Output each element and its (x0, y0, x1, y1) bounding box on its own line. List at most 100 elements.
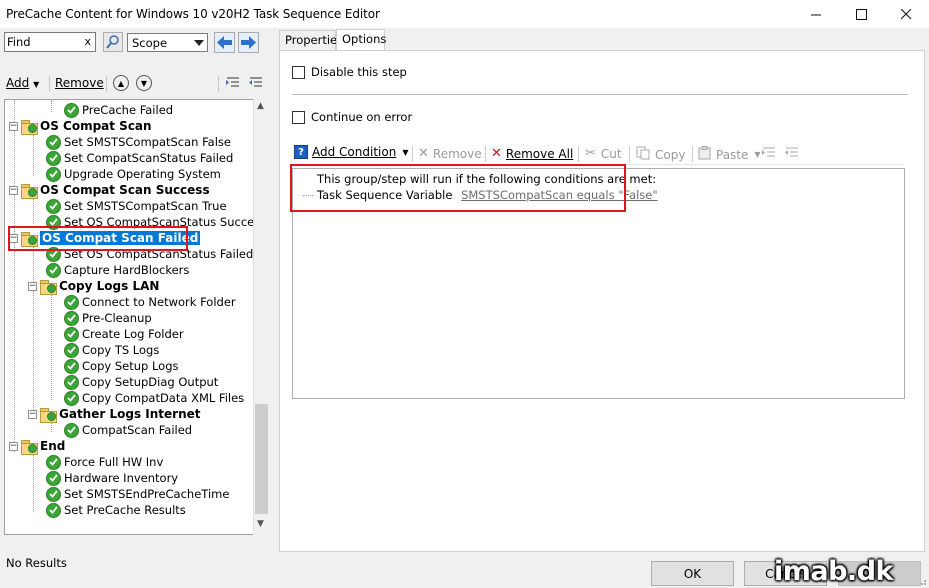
remove-all-button[interactable]: ✕ Remove All (491, 146, 573, 161)
ok-button[interactable]: OK (651, 561, 734, 586)
disable-step-checkbox-row[interactable]: Disable this step (292, 65, 407, 79)
indent-button[interactable] (226, 75, 240, 93)
toolbar-divider (49, 76, 50, 92)
outdent-icon (249, 77, 262, 87)
tree-group[interactable]: − Copy Logs LAN (28, 278, 159, 295)
tree-group[interactable]: − OS Compat Scan (9, 118, 152, 135)
add-condition-button[interactable]: ? Add Condition ▼ (294, 145, 408, 159)
outdent-button[interactable] (249, 75, 263, 93)
previous-result-button[interactable] (214, 32, 235, 53)
search-icon (106, 35, 119, 49)
outdent-condition-button[interactable] (785, 145, 799, 160)
find-field[interactable]: x (4, 32, 96, 52)
tree-step[interactable]: Set SMSTSEndPreCacheTime (46, 486, 229, 502)
tree-step[interactable]: Force Full HW Inv (46, 454, 163, 470)
tree-item-label: Set PreCache Results (64, 503, 186, 517)
cut-button[interactable]: ✂ Cut (585, 146, 622, 161)
tree-item-label: Gather Logs Internet (59, 407, 201, 421)
scroll-up-icon[interactable]: ▲ (257, 101, 264, 111)
indent-condition-button[interactable] (762, 145, 776, 160)
tree-item-label: Hardware Inventory (64, 471, 179, 485)
checkmark-icon (64, 358, 79, 374)
tree-step[interactable]: Upgrade Operating System (46, 166, 221, 182)
continue-on-error-checkbox[interactable] (292, 110, 305, 124)
tree-step[interactable]: CompatScan Failed (64, 422, 192, 438)
paste-button[interactable]: Paste ▼ (698, 146, 761, 163)
divider (292, 94, 908, 95)
red-x-icon: ✕ (491, 146, 502, 161)
tree-item-label: Pre-Cleanup (82, 311, 152, 325)
checkmark-icon (46, 486, 61, 502)
collapse-icon[interactable]: − (9, 441, 18, 451)
collapse-icon[interactable]: − (28, 281, 37, 291)
minimize-button[interactable] (793, 0, 839, 28)
tree-connector (33, 450, 34, 512)
remove-button[interactable]: Remove (55, 76, 104, 90)
tree-step[interactable]: Copy SetupDiag Output (64, 374, 218, 390)
remove-condition-button[interactable]: ✕ Remove (418, 146, 482, 161)
tree-step[interactable]: Set SMSTSCompatScan False (46, 134, 231, 150)
checkmark-icon (64, 310, 79, 326)
next-result-button[interactable] (238, 32, 259, 53)
checkmark-icon (64, 390, 79, 406)
tree-group[interactable]: − End (9, 438, 65, 455)
toolbar-divider (412, 146, 413, 162)
tree-step[interactable]: Capture HardBlockers (46, 262, 189, 278)
scope-select[interactable]: Scope (127, 33, 208, 52)
tree-step[interactable]: Set PreCache Results (46, 502, 186, 518)
tree-group[interactable]: − OS Compat Scan Success (9, 182, 210, 199)
move-up-button[interactable]: ▲ (113, 75, 129, 91)
tree-step[interactable]: Set CompatScanStatus Failed (46, 150, 233, 166)
toolbar-divider (692, 146, 693, 162)
tree-group[interactable]: − Gather Logs Internet (28, 406, 201, 423)
chevron-down-icon (194, 40, 204, 46)
chevron-down-icon: ▼ (754, 150, 761, 159)
continue-on-error-label: Continue on error (311, 110, 413, 124)
collapse-icon[interactable]: − (9, 185, 18, 195)
tree-step[interactable]: Pre-Cleanup (64, 310, 152, 326)
checkmark-icon (46, 150, 61, 166)
tab-options[interactable]: Options (336, 29, 386, 50)
tree-step[interactable]: PreCache Failed (64, 102, 173, 118)
resize-grip-icon[interactable] (917, 576, 927, 586)
tree-step[interactable]: Copy CompatData XML Files (64, 390, 244, 406)
arrow-left-icon (217, 36, 232, 49)
checkmark-icon (64, 326, 79, 342)
move-down-button[interactable]: ▼ (136, 75, 152, 91)
tree-step[interactable]: Copy Setup Logs (64, 358, 179, 374)
window-title: PreCache Content for Windows 10 v20H2 Ta… (6, 7, 380, 21)
task-sequence-tree[interactable]: PreCache Failed − OS Compat Scan Set SMSTSC… (4, 99, 269, 535)
add-label: Add (6, 76, 30, 90)
tab-properties[interactable]: Properties (279, 30, 343, 50)
collapse-icon[interactable]: − (28, 409, 37, 419)
tree-item-label: Set SMSTSEndPreCacheTime (64, 487, 230, 501)
scrollbar-thumb[interactable] (255, 404, 268, 514)
tree-step[interactable]: Connect to Network Folder (64, 294, 236, 310)
disable-step-checkbox[interactable] (292, 65, 305, 79)
find-input[interactable] (7, 34, 79, 50)
tree-item-label: Copy Setup Logs (82, 359, 179, 373)
copy-label: Copy (655, 147, 686, 162)
chevron-down-icon: ▼ (402, 147, 409, 157)
tree-scrollbar[interactable]: ▲ ▼ (253, 99, 269, 535)
copy-button[interactable]: Copy (636, 146, 685, 163)
add-menu-button[interactable]: Add ▼ (6, 76, 39, 90)
minimize-icon (810, 14, 821, 15)
folder-icon (21, 183, 38, 199)
collapse-icon[interactable]: − (9, 121, 18, 131)
tree-step[interactable]: Hardware Inventory (46, 470, 178, 486)
continue-on-error-checkbox-row[interactable]: Continue on error (292, 110, 412, 124)
tree-step[interactable]: Create Log Folder (64, 326, 184, 342)
status-text: No Results (6, 556, 67, 570)
search-button[interactable] (103, 32, 123, 52)
tree-step[interactable]: Copy TS Logs (64, 342, 159, 358)
tree-step[interactable]: Set SMSTSCompatScan True (46, 198, 227, 214)
find-clear-button[interactable]: x (84, 35, 91, 48)
scroll-down-icon[interactable]: ▼ (257, 519, 264, 529)
tree-connector (33, 194, 34, 224)
tree-item-label: Capture HardBlockers (64, 263, 190, 277)
title-bar: PreCache Content for Windows 10 v20H2 Ta… (0, 0, 929, 28)
tree-connector (51, 100, 52, 112)
maximize-button[interactable] (838, 0, 884, 28)
close-button[interactable] (883, 0, 929, 28)
